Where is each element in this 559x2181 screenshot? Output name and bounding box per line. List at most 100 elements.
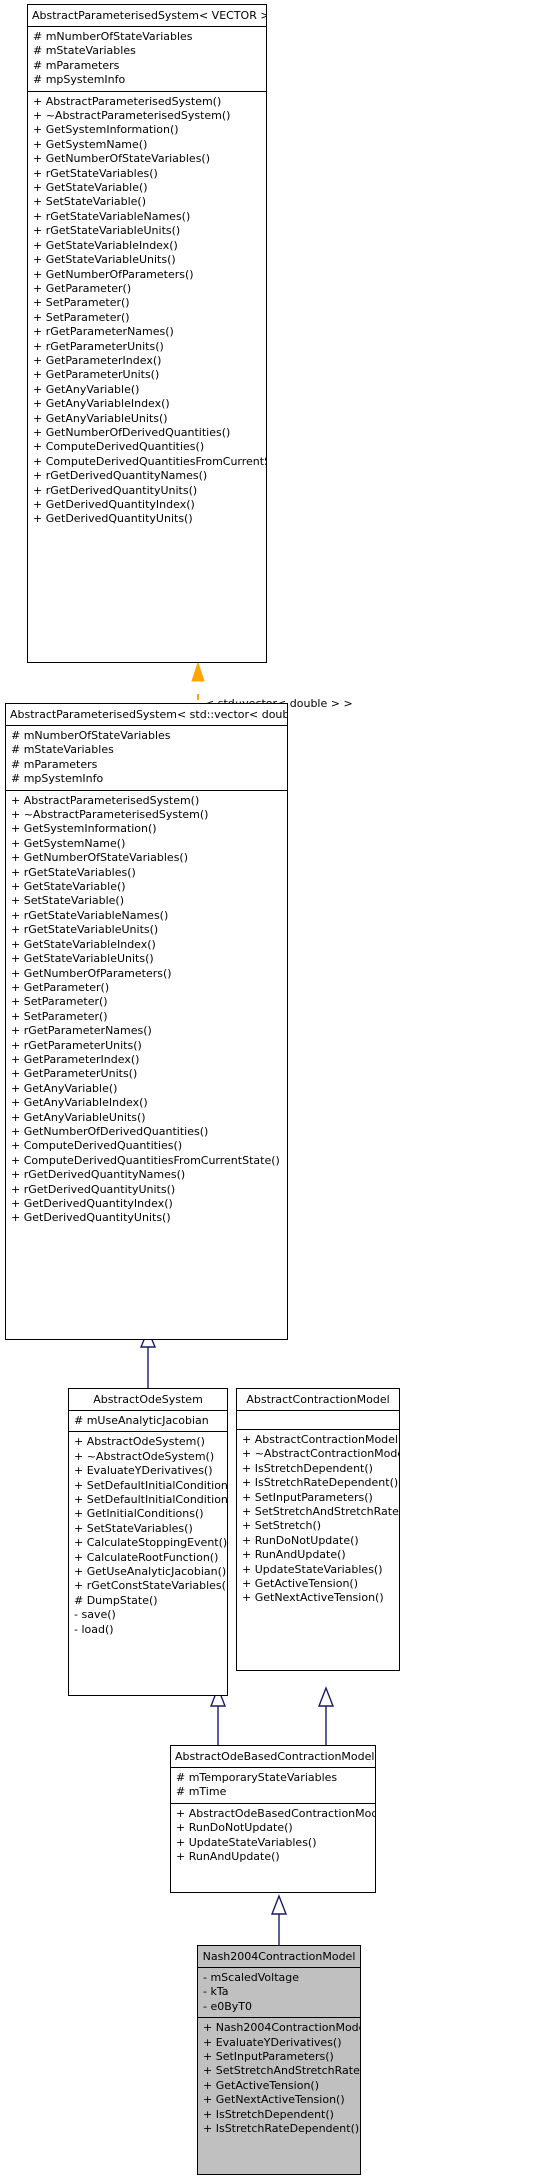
class-member-row: + GetStateVariable() (11, 880, 126, 894)
class-member-row: + EvaluateYDerivatives() (74, 1464, 213, 1478)
edge-inheritance-nash-from-ode-based (270, 1894, 288, 1945)
class-member-row: - e0ByT0 (203, 1999, 253, 2013)
class-member-row: + GetParameter() (33, 281, 132, 295)
class-member-row: + SetParameter() (33, 310, 130, 324)
class-member-row: + GetDerivedQuantityIndex() (11, 1197, 173, 1210)
class-member-row: + ~AbstractParameterisedSystem() (11, 808, 209, 822)
edge-inheritance-ode-based-from-ode-system (209, 1686, 227, 1745)
class-member-row: + AbstractContractionModel() (242, 1433, 400, 1446)
class-member-row: + GetSystemName() (11, 836, 126, 850)
class-member-row: + CalculateStoppingEvent() (74, 1536, 228, 1550)
class-member-row: + rGetStateVariables() (11, 865, 136, 879)
class-member-row: # mpSystemInfo (33, 73, 126, 87)
class-member-row: + Nash2004ContractionModel() (203, 2021, 361, 2035)
class-member-row: # mStateVariables (11, 743, 114, 757)
class-member-row: + EvaluateYDerivatives() (203, 2035, 342, 2049)
attributes-compartment: # mNumberOfStateVariables # mStateVariabl… (6, 726, 287, 790)
class-member-row: + rGetDerivedQuantityNames() (11, 1168, 186, 1182)
class-member-row: # mNumberOfStateVariables (33, 30, 193, 43)
class-title: AbstractOdeSystem (93, 1393, 203, 1406)
class-title: AbstractContractionModel (246, 1393, 390, 1406)
class-box-abstract-contraction-model[interactable]: AbstractContractionModel + AbstractContr… (236, 1388, 400, 1671)
class-member-row: + rGetStateVariableUnits() (33, 224, 181, 238)
class-title: AbstractParameterisedSystem< VECTOR > (32, 9, 267, 22)
class-member-row: + GetNumberOfParameters() (33, 267, 194, 281)
class-box-abstract-parameterised-system-vector[interactable]: AbstractParameterisedSystem< VECTOR > # … (27, 4, 267, 663)
class-member-row: + GetSystemInformation() (33, 123, 179, 137)
class-member-row: + UpdateStateVariables() (242, 1562, 383, 1576)
class-diagram-canvas: < std::vector< double > > AbstractParame… (0, 0, 559, 2181)
class-member-row: + GetDerivedQuantityUnits() (11, 1211, 171, 1225)
class-member-row: + GetDerivedQuantityIndex() (33, 498, 195, 511)
class-member-row: # mNumberOfStateVariables (11, 729, 171, 742)
class-member-row: + SetInputParameters() (203, 2050, 334, 2064)
class-member-row: + SetStateVariable() (33, 195, 147, 209)
class-member-row: + GetStateVariableUnits() (11, 952, 154, 966)
class-box-abstract-ode-system[interactable]: AbstractOdeSystem # mUseAnalyticJacobian… (68, 1388, 228, 1696)
class-member-row: + AbstractParameterisedSystem() (11, 793, 200, 807)
class-member-row: + AbstractOdeSystem() (74, 1435, 205, 1449)
methods-compartment: + AbstractParameterisedSystem() + ~Abstra… (6, 791, 287, 1229)
class-member-row: + GetStateVariableIndex() (11, 937, 156, 951)
class-member-row: + GetSystemInformation() (11, 822, 157, 836)
class-member-row: + ComputeDerivedQuantities() (33, 440, 205, 454)
class-member-row: + GetAnyVariableIndex() (33, 397, 170, 411)
attributes-compartment: # mNumberOfStateVariables # mStateVariabl… (28, 27, 266, 91)
methods-compartment: + AbstractContractionModel() + ~AbstractC… (237, 1430, 399, 1609)
class-member-row: + RunAndUpdate() (242, 1548, 346, 1562)
class-member-row: # mParameters (33, 58, 120, 72)
class-member-row: # DumpState() (74, 1593, 158, 1607)
class-member-row: + RunDoNotUpdate() (176, 1821, 293, 1835)
class-member-row: + SetDefaultInitialCondition() (74, 1493, 228, 1507)
class-member-row: + GetSystemName() (33, 137, 148, 151)
class-member-row: + rGetStateVariableNames() (11, 908, 169, 922)
class-member-row: + SetStateVariables() (74, 1521, 193, 1535)
methods-compartment: + AbstractOdeSystem() + ~AbstractOdeSyste… (69, 1432, 227, 1640)
class-member-row: - mScaledVoltage (203, 1971, 300, 1984)
class-member-row: + GetParameterIndex() (33, 353, 162, 367)
class-member-row: + rGetConstStateVariables() (74, 1579, 228, 1593)
class-member-row: + GetNumberOfDerivedQuantities() (33, 425, 231, 439)
class-member-row: + AbstractOdeBasedContractionModel() (176, 1806, 376, 1820)
class-member-row: + rGetStateVariableUnits() (11, 923, 159, 937)
class-member-row: # mTime (176, 1785, 227, 1799)
class-member-row: + CalculateRootFunction() (74, 1550, 219, 1564)
class-member-row: + ~AbstractContractionModel() (242, 1447, 400, 1461)
class-member-row: + GetNumberOfParameters() (11, 966, 172, 980)
class-member-row: + SetStretch() (242, 1519, 322, 1533)
class-member-row: # mStateVariables (33, 44, 136, 58)
class-member-row: + ComputeDerivedQuantitiesFromCurrentSta… (11, 1153, 280, 1167)
class-box-abstract-parameterised-system-stdvector[interactable]: AbstractParameterisedSystem< std::vector… (5, 703, 288, 1340)
edge-inheritance-ode-based-from-contraction-model (317, 1686, 335, 1745)
methods-compartment: + AbstractParameterisedSystem() + ~Abstra… (28, 92, 266, 530)
class-member-row: - kTa (203, 1985, 229, 1999)
class-box-abstract-ode-based-contraction-model[interactable]: AbstractOdeBasedContractionModel # mTemp… (170, 1745, 376, 1893)
class-member-row: + RunAndUpdate() (176, 1850, 280, 1864)
class-member-row: # mpSystemInfo (11, 772, 104, 786)
class-member-row: + GetAnyVariable() (11, 1081, 118, 1095)
class-member-row: - load() (74, 1622, 114, 1636)
class-member-row: + GetActiveTension() (203, 2078, 320, 2092)
class-member-row: + GetNextActiveTension() (242, 1591, 384, 1605)
class-member-row: + IsStretchDependent() (242, 1461, 373, 1475)
class-member-row: + SetParameter() (11, 1009, 108, 1023)
class-member-row: + GetNextActiveTension() (203, 2093, 345, 2107)
class-member-row: + SetParameter() (33, 296, 130, 310)
attributes-compartment (237, 1411, 399, 1429)
class-member-row: + GetUseAnalyticJacobian() (74, 1565, 227, 1579)
class-member-row: + GetAnyVariableIndex() (11, 1096, 148, 1110)
class-member-row: + rGetDerivedQuantityUnits() (11, 1182, 176, 1196)
class-member-row: + GetParameterUnits() (11, 1067, 138, 1081)
class-member-row: # mTemporaryStateVariables (176, 1771, 338, 1784)
class-member-row: + GetParameterUnits() (33, 368, 160, 382)
attributes-compartment: - mScaledVoltage - kTa - e0ByT0 (198, 1968, 360, 2017)
class-member-row: + IsStretchRateDependent() (203, 2122, 360, 2136)
class-member-row: + GetNumberOfStateVariables() (11, 851, 189, 865)
methods-compartment: + AbstractOdeBasedContractionModel() + Ru… (171, 1804, 375, 1868)
class-box-nash2004-contraction-model[interactable]: Nash2004ContractionModel - mScaledVoltag… (197, 1945, 361, 2175)
class-member-row: + GetActiveTension() (242, 1577, 359, 1591)
class-member-row: + SetStateVariable() (11, 894, 125, 908)
class-member-row: + IsStretchDependent() (203, 2107, 334, 2121)
class-member-row: + UpdateStateVariables() (176, 1835, 317, 1849)
class-member-row: + ComputeDerivedQuantities() (11, 1139, 183, 1153)
